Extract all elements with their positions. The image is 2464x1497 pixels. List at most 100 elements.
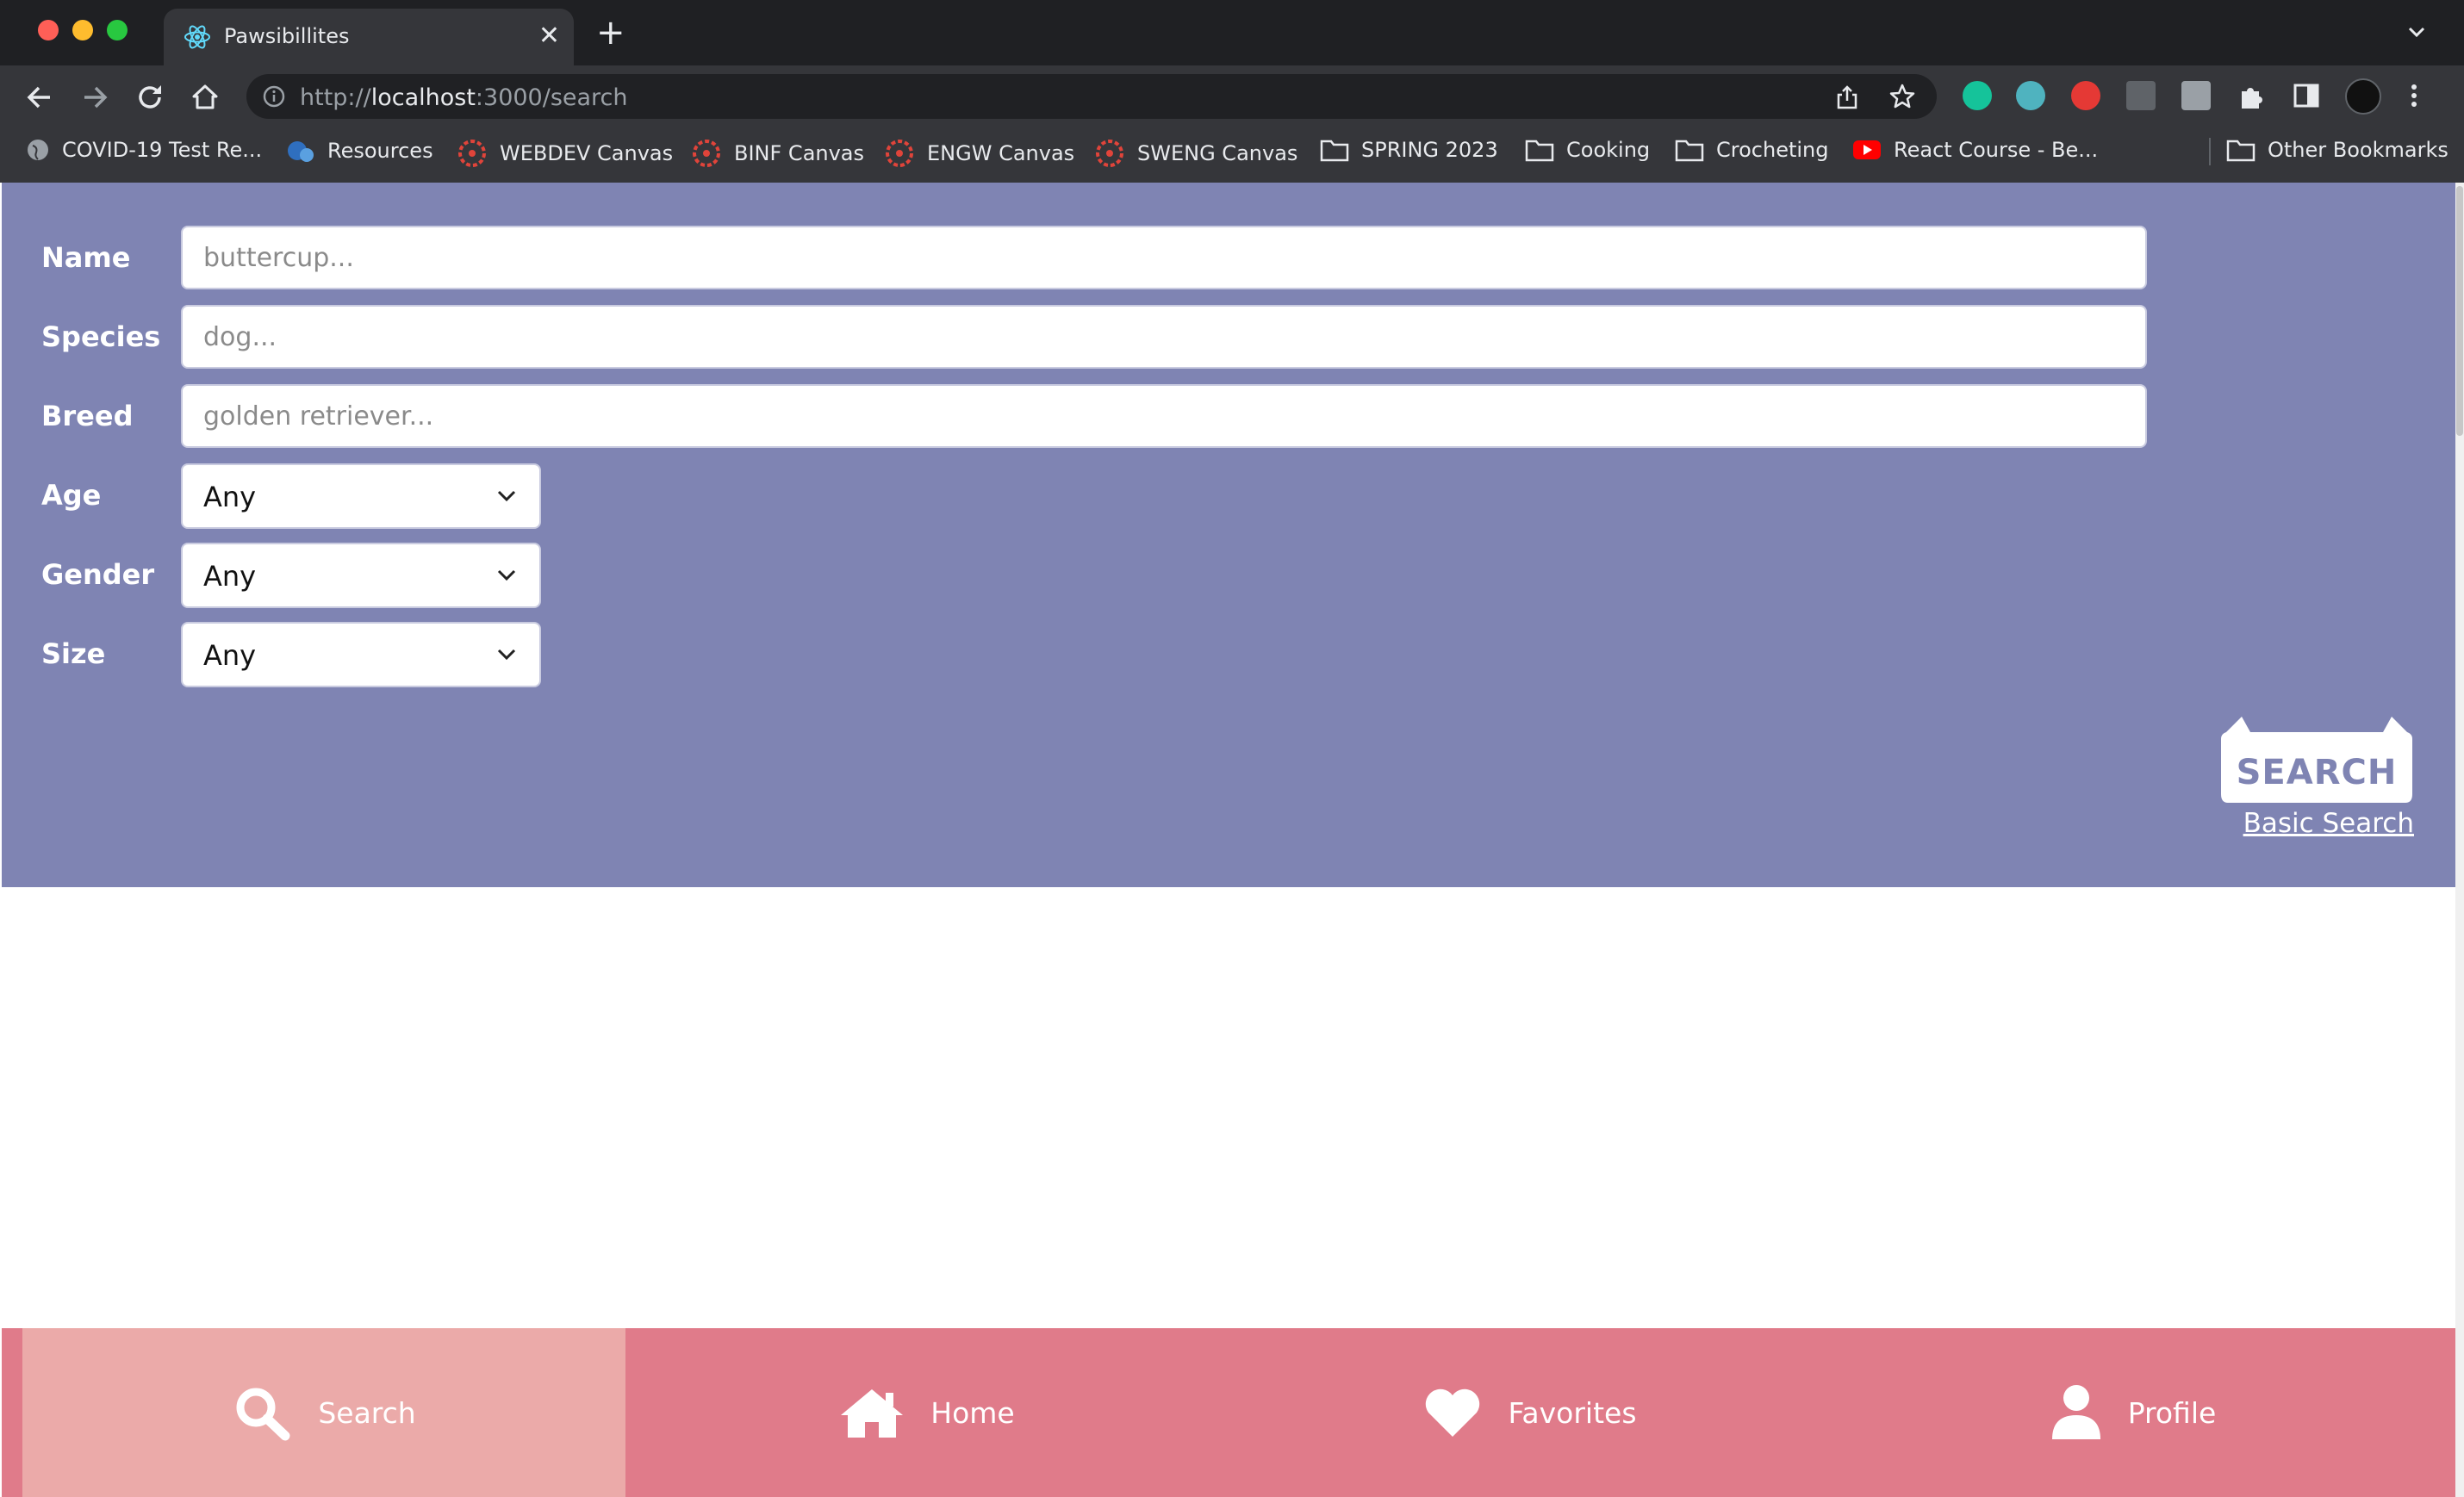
scrollbar-thumb[interactable] — [2456, 186, 2463, 436]
bookmark-label: COVID-19 Test Re... — [62, 138, 263, 162]
age-select-value: Any — [203, 481, 257, 513]
bookmark-label: Crocheting — [1716, 138, 1829, 162]
age-select[interactable]: Any — [181, 463, 541, 529]
bookmarks-divider — [2209, 138, 2211, 165]
bookmark-item[interactable]: BINF Canvas — [691, 138, 864, 169]
nav-label: Search — [318, 1395, 416, 1430]
size-select[interactable]: Any — [181, 622, 541, 687]
gender-select-value: Any — [203, 560, 257, 593]
puzzle-icon[interactable] — [2237, 81, 2266, 110]
nav-label: Home — [930, 1395, 1015, 1430]
grammarly-icon[interactable] — [1963, 81, 1992, 110]
browser-chrome: Pawsibillites ✕ + http://localhost:3000/… — [0, 0, 2464, 183]
tab-strip: Pawsibillites ✕ + — [0, 0, 2464, 65]
canvas-icon — [458, 140, 486, 167]
species-input[interactable] — [181, 305, 2147, 369]
bookmark-item[interactable]: SWENG Canvas — [1094, 138, 1297, 169]
more-vert-icon[interactable] — [2405, 81, 2423, 110]
url-path: :3000/search — [475, 84, 628, 111]
basic-search-link[interactable]: Basic Search — [2243, 808, 2414, 839]
canvas-icon — [1096, 140, 1123, 167]
bookmarks-bar: COVID-19 Test Re... Resources WEBDEV Can… — [0, 127, 2464, 176]
chevron-down-icon[interactable] — [2404, 19, 2430, 45]
close-window-button[interactable] — [38, 20, 59, 40]
bookmark-item[interactable]: SPRING 2023 — [1320, 138, 1498, 162]
side-panel-icon[interactable] — [2292, 81, 2321, 110]
bookmark-label: Other Bookmarks — [2268, 138, 2448, 162]
breed-input[interactable] — [181, 384, 2147, 448]
bookmark-label: BINF Canvas — [734, 141, 865, 165]
home-button-icon[interactable] — [188, 80, 222, 115]
folder-icon — [2226, 140, 2256, 162]
nav-search[interactable]: Search — [22, 1328, 625, 1497]
url-host: localhost — [370, 84, 476, 111]
profile-avatar[interactable] — [2345, 78, 2381, 115]
nav-label: Profile — [2127, 1395, 2217, 1430]
search-icon — [236, 1388, 290, 1441]
species-label: Species — [41, 320, 161, 353]
size-label: Size — [41, 637, 106, 670]
bookmark-item[interactable]: React Course - Be... — [1852, 138, 2098, 162]
chevron-down-icon — [497, 490, 516, 502]
url-scheme: http:// — [300, 84, 371, 111]
chevron-down-icon — [497, 649, 516, 661]
other-bookmarks[interactable]: Other Bookmarks — [2226, 138, 2448, 162]
maximize-window-button[interactable] — [107, 20, 128, 40]
share-icon[interactable] — [1835, 84, 1859, 110]
tab-title: Pawsibillites — [224, 24, 350, 48]
minimize-window-button[interactable] — [72, 20, 93, 40]
bookmark-label: React Course - Be... — [1894, 138, 2099, 162]
globe-icon — [28, 140, 48, 160]
forward-icon[interactable] — [78, 80, 112, 115]
canvas-icon — [886, 140, 913, 167]
new-tab-button[interactable]: + — [596, 16, 625, 50]
bookmark-label: SWENG Canvas — [1137, 141, 1298, 165]
close-tab-icon[interactable]: ✕ — [538, 21, 560, 52]
heart-icon — [1426, 1388, 1480, 1437]
user-icon — [2051, 1385, 2100, 1439]
adblock-icon[interactable] — [2071, 81, 2100, 110]
name-input[interactable] — [181, 226, 2147, 289]
back-icon[interactable] — [22, 80, 57, 115]
bookmark-item[interactable]: Cooking — [1525, 138, 1650, 162]
k-extension-icon[interactable] — [2181, 81, 2211, 110]
bookmark-label: Cooking — [1566, 138, 1651, 162]
name-label: Name — [41, 241, 131, 274]
bookmark-item[interactable]: ENGW Canvas — [884, 138, 1074, 169]
active-tab[interactable]: Pawsibillites ✕ — [164, 9, 574, 65]
info-icon[interactable] — [262, 84, 286, 109]
chevron-down-icon — [497, 569, 516, 581]
folder-icon — [1320, 140, 1349, 162]
url-text: http://localhost:3000/search — [300, 84, 628, 111]
folder-icon — [1675, 140, 1704, 162]
bookmark-label: SPRING 2023 — [1361, 138, 1498, 162]
star-icon[interactable] — [1888, 83, 1916, 110]
age-label: Age — [41, 479, 102, 512]
gender-select[interactable]: Any — [181, 543, 541, 608]
search-button-label: SEARCH — [2236, 753, 2398, 792]
breed-label: Breed — [41, 400, 134, 432]
bottom-nav: Search Home Favorites Profile — [2, 1328, 2455, 1497]
size-select-value: Any — [203, 639, 257, 672]
bookmark-label: WEBDEV Canvas — [500, 141, 674, 165]
canvas-icon — [693, 140, 720, 167]
bookmark-label: ENGW Canvas — [927, 141, 1075, 165]
f-extension-icon[interactable] — [2126, 81, 2156, 110]
address-bar[interactable]: http://localhost:3000/search — [246, 74, 1937, 119]
gender-label: Gender — [41, 558, 155, 591]
bookmark-item[interactable]: WEBDEV Canvas — [457, 138, 673, 169]
reload-icon[interactable] — [133, 80, 167, 115]
home-icon — [841, 1389, 904, 1438]
nav-home[interactable]: Home — [625, 1328, 1229, 1497]
react-icon — [184, 25, 210, 49]
nav-profile[interactable]: Profile — [1832, 1328, 2435, 1497]
folder-icon — [1525, 140, 1554, 162]
bookmark-item[interactable]: Crocheting — [1675, 138, 1828, 162]
s-logo-icon — [288, 141, 314, 162]
m-extension-icon[interactable] — [2016, 81, 2045, 110]
nav-favorites[interactable]: Favorites — [1229, 1328, 1832, 1497]
bookmark-label: Resources — [327, 139, 433, 163]
bookmark-item[interactable]: Resources — [286, 138, 433, 164]
youtube-icon — [1853, 140, 1881, 159]
bookmark-item[interactable]: COVID-19 Test Re... — [26, 138, 262, 162]
